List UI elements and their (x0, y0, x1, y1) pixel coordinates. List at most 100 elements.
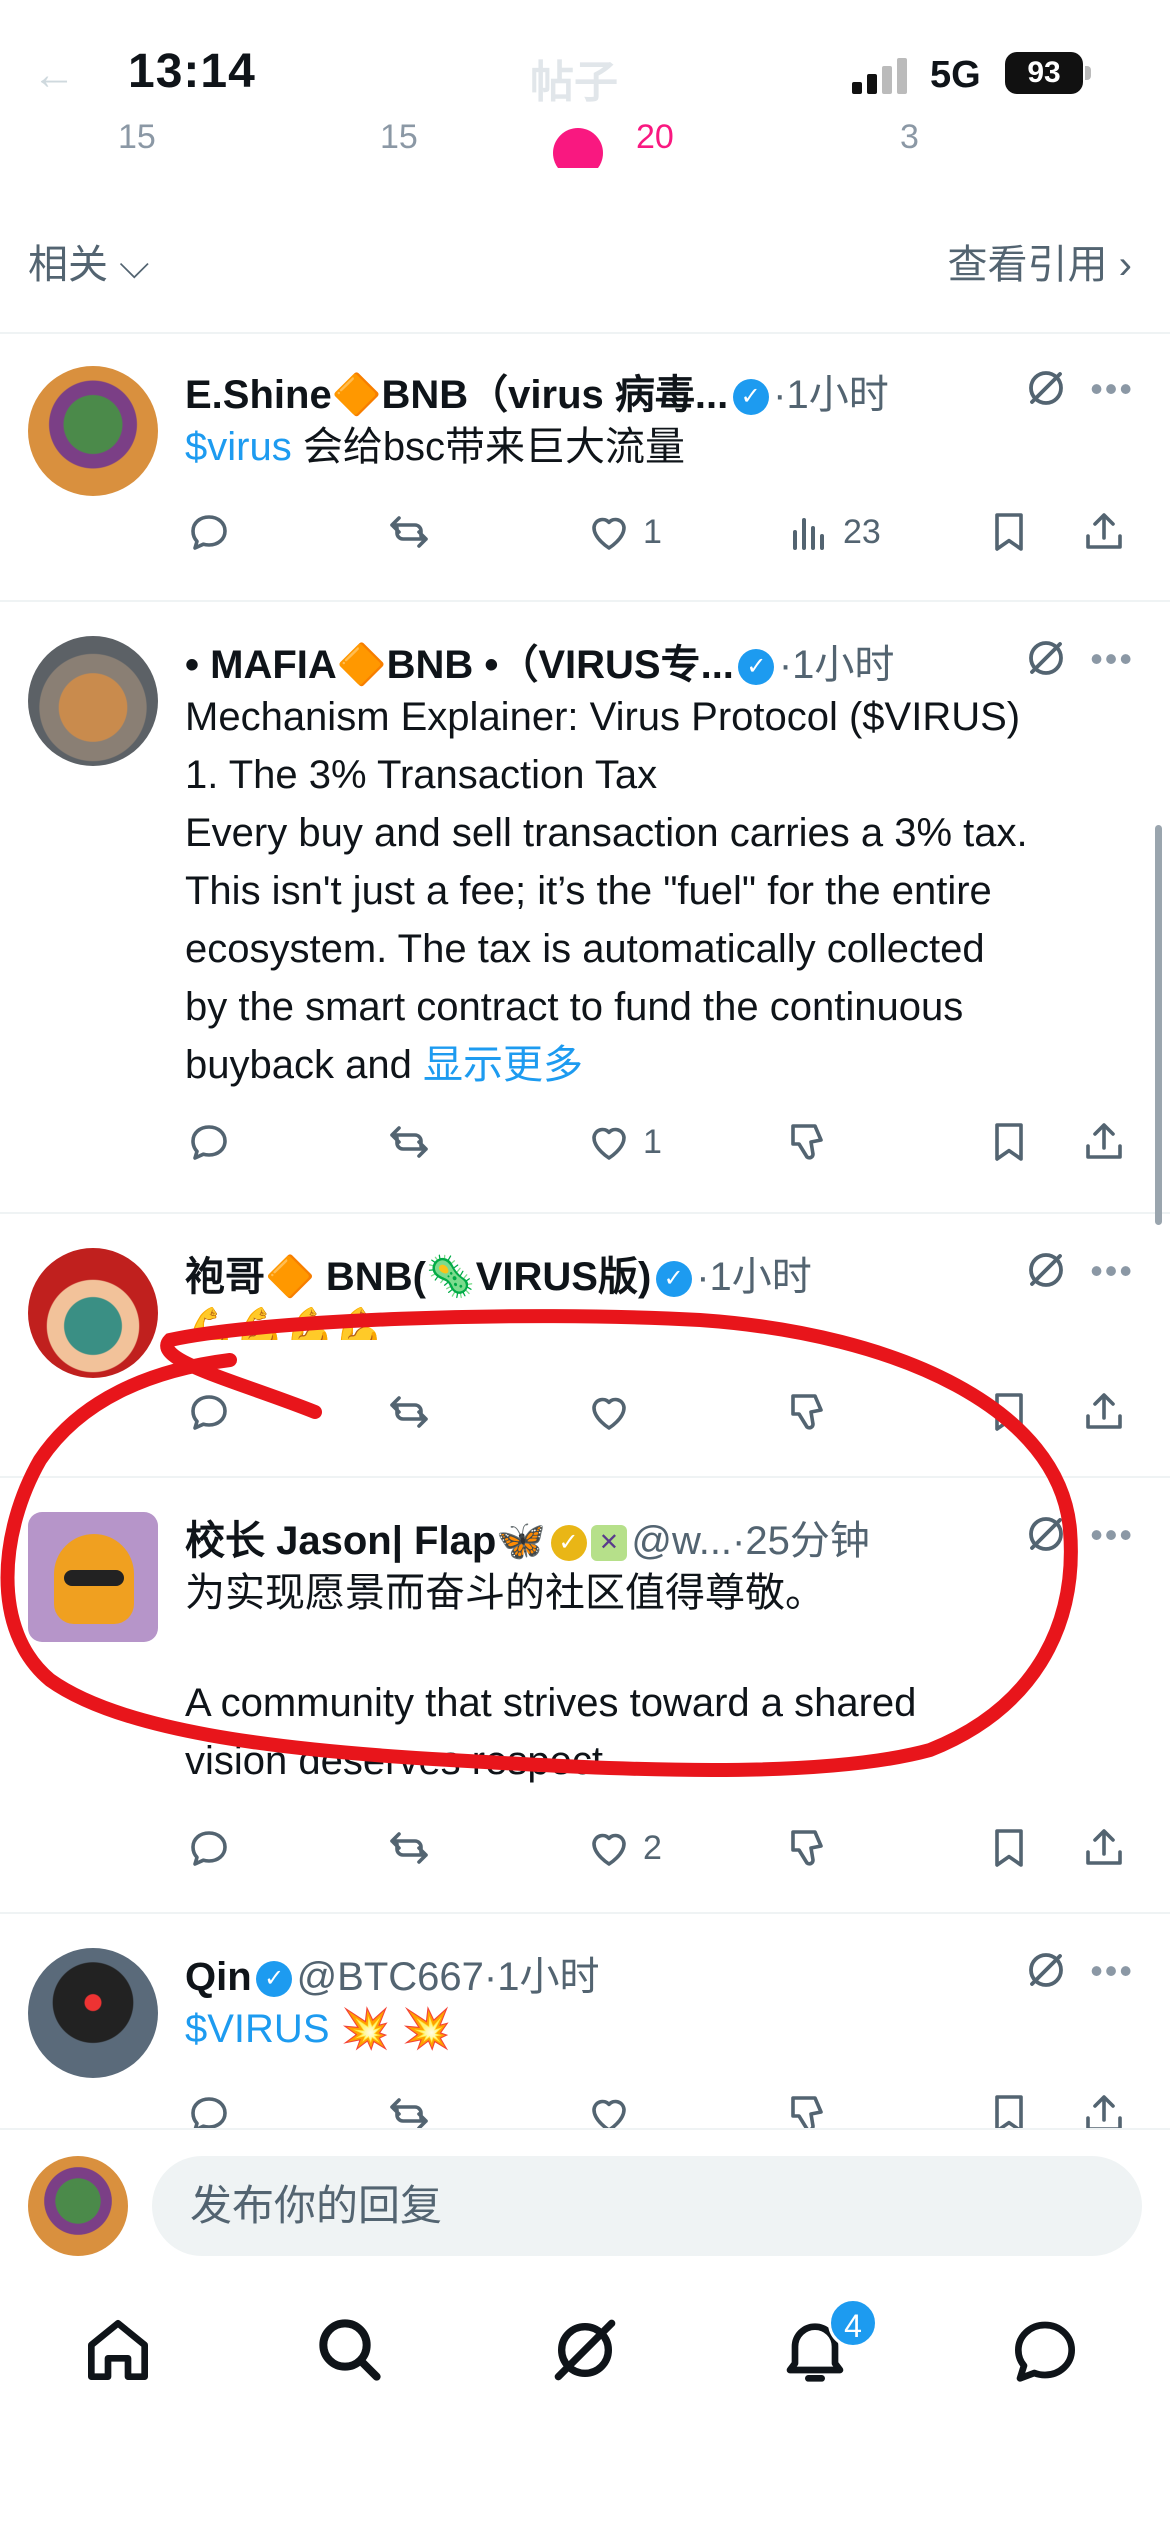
views-button[interactable]: 23 (785, 502, 881, 562)
author-name[interactable]: 袍哥🔶 BNB(🦠VIRUS版) (185, 1255, 651, 1299)
author-name[interactable]: 校长 Jason| Flap🦋 (185, 1519, 546, 1563)
bookmark-button[interactable] (985, 1818, 1033, 1878)
retweet-button[interactable] (385, 1112, 433, 1172)
retweet-icon (385, 1824, 433, 1872)
tweet-card[interactable]: 校长 Jason| Flap🦋 ✓ ✕ @w...·25分钟 ••• 为实现愿景… (0, 1478, 1170, 1912)
cashtag-link[interactable]: $VIRUS (185, 2007, 330, 2051)
grok-icon[interactable] (1022, 634, 1070, 692)
more-icon[interactable]: ••• (1090, 368, 1134, 410)
tweet-card[interactable]: • MAFIA🔶BNB •（VIRUS专... ✓ ·1小时 ••• Mecha… (0, 602, 1170, 1212)
like-icon (585, 2090, 633, 2128)
show-more-link[interactable]: 显示更多 (423, 1043, 583, 1087)
like-button[interactable] (585, 1382, 643, 1442)
messages-icon[interactable] (1005, 2310, 1085, 2390)
share-button[interactable] (1080, 502, 1128, 562)
tweet-card[interactable]: Qin ✓ @BTC667·1小时 ••• $VIRUS 💥 💥 (0, 1914, 1170, 2128)
more-icon[interactable]: ••• (1090, 1250, 1134, 1292)
tweet-line: ecosystem. The tax is automatically coll… (185, 927, 985, 971)
like-button[interactable]: 1 (585, 502, 662, 562)
reply-icon (185, 2090, 233, 2128)
tweet-time-sep: · (696, 1255, 710, 1299)
tweet-header: 袍哥🔶 BNB(🦠VIRUS版) ✓ ·1小时 (185, 1244, 1130, 1300)
author-name[interactable]: • MAFIA🔶BNB •（VIRUS专... (185, 643, 734, 687)
view-quotes-link[interactable]: 查看引用 › (948, 232, 1132, 290)
tweet-time: 25分钟 (745, 1519, 870, 1563)
reply-button[interactable] (185, 502, 233, 562)
bookmark-button[interactable] (985, 1112, 1033, 1172)
reply-button[interactable] (185, 1112, 233, 1172)
related-header: 相关 ⌵ 查看引用 › (0, 228, 1170, 308)
tweet-text: $VIRUS 💥 💥 (185, 2000, 1130, 2058)
tweet-text-rest: 会给bsc带来巨大流量 (291, 425, 686, 469)
reply-button[interactable] (185, 2084, 233, 2128)
reply-input[interactable]: 发布你的回复 (152, 2156, 1142, 2256)
share-button[interactable] (1080, 1382, 1128, 1442)
verified-badge-icon: ✓ (738, 649, 775, 685)
more-icon[interactable]: ••• (1090, 1950, 1134, 1992)
verified-badge-icon: ✓ (732, 379, 769, 415)
more-icon[interactable]: ••• (1090, 638, 1134, 680)
retweet-icon (385, 1388, 433, 1436)
cashtag-link[interactable]: $virus (185, 425, 292, 469)
retweet-button[interactable] (385, 502, 433, 562)
dislike-button[interactable] (785, 1382, 833, 1442)
like-button[interactable]: 1 (585, 1112, 662, 1172)
grok-icon[interactable] (1022, 1946, 1070, 2004)
main-like-icon[interactable] (553, 128, 603, 168)
share-icon (1080, 1388, 1128, 1436)
home-icon[interactable] (78, 2310, 158, 2390)
share-button[interactable] (1080, 2084, 1128, 2128)
search-icon[interactable] (310, 2310, 390, 2390)
reply-icon (185, 1824, 233, 1872)
share-button[interactable] (1080, 1818, 1128, 1878)
tweet-text: 为实现愿景而奋斗的社区值得尊敬。 A community that strive… (185, 1564, 1130, 1790)
tweet-line: 1. The 3% Transaction Tax (185, 753, 658, 797)
avatar[interactable] (28, 1512, 158, 1642)
avatar[interactable] (28, 1948, 158, 2078)
dislike-button[interactable] (785, 2084, 833, 2128)
author-name[interactable]: Qin (185, 1955, 252, 1999)
retweet-button[interactable] (385, 1382, 433, 1442)
more-icon[interactable]: ••• (1090, 1514, 1134, 1556)
author-handle[interactable]: @w... (631, 1519, 732, 1563)
like-button[interactable] (585, 2084, 633, 2128)
reply-button[interactable] (185, 1382, 233, 1442)
verified-badge-icon: ✓ (256, 1961, 293, 1997)
grok-icon[interactable] (1022, 364, 1070, 422)
author-handle[interactable]: @BTC667 (297, 1955, 484, 1999)
main-post-actions: 15 15 20 3 (0, 118, 1170, 168)
tweet-card[interactable]: E.Shine🔶BNB（virus 病毒... ✓ ·1小时 ••• $viru… (0, 332, 1170, 602)
author-name[interactable]: E.Shine🔶BNB（virus 病毒... (185, 373, 728, 417)
like-button[interactable]: 2 (585, 1818, 662, 1878)
tweet-time-sep: · (778, 643, 793, 687)
retweet-button[interactable] (385, 2084, 433, 2128)
grok-nav-icon[interactable] (545, 2310, 625, 2390)
bookmark-button[interactable] (985, 502, 1033, 562)
retweet-icon (385, 508, 433, 556)
avatar[interactable] (28, 1248, 158, 1378)
share-button[interactable] (1080, 1112, 1128, 1172)
back-arrow-icon[interactable]: ← (32, 50, 76, 100)
tweet-card[interactable]: 袍哥🔶 BNB(🦠VIRUS版) ✓ ·1小时 ••• 💪💪💪💪 (0, 1214, 1170, 1476)
tweet-line: buyback and (185, 1043, 423, 1087)
affiliate-badge-icon: ✕ (590, 1525, 627, 1561)
views-icon (785, 508, 833, 556)
tweet-line: A community that strives toward a shared (185, 1681, 917, 1725)
related-dropdown[interactable]: 相关 ⌵ (28, 232, 149, 290)
bookmark-icon (985, 1388, 1033, 1436)
dislike-button[interactable] (785, 1112, 833, 1172)
avatar[interactable] (28, 636, 158, 766)
tweet-time-sep: · (773, 373, 787, 417)
retweet-button[interactable] (385, 1818, 433, 1878)
dislike-button[interactable] (785, 1818, 833, 1878)
grok-icon[interactable] (1022, 1246, 1070, 1304)
bookmark-button[interactable] (985, 2084, 1033, 2128)
bookmark-button[interactable] (985, 1382, 1033, 1442)
tweet-line: Every buy and sell transaction carries a… (185, 811, 1028, 855)
avatar[interactable] (28, 366, 158, 496)
my-avatar[interactable] (28, 2156, 128, 2256)
scrollbar[interactable] (1155, 825, 1162, 1225)
reply-button[interactable] (185, 1818, 233, 1878)
grok-icon[interactable] (1022, 1510, 1070, 1568)
tweet-actions: 1 (185, 1112, 1140, 1172)
